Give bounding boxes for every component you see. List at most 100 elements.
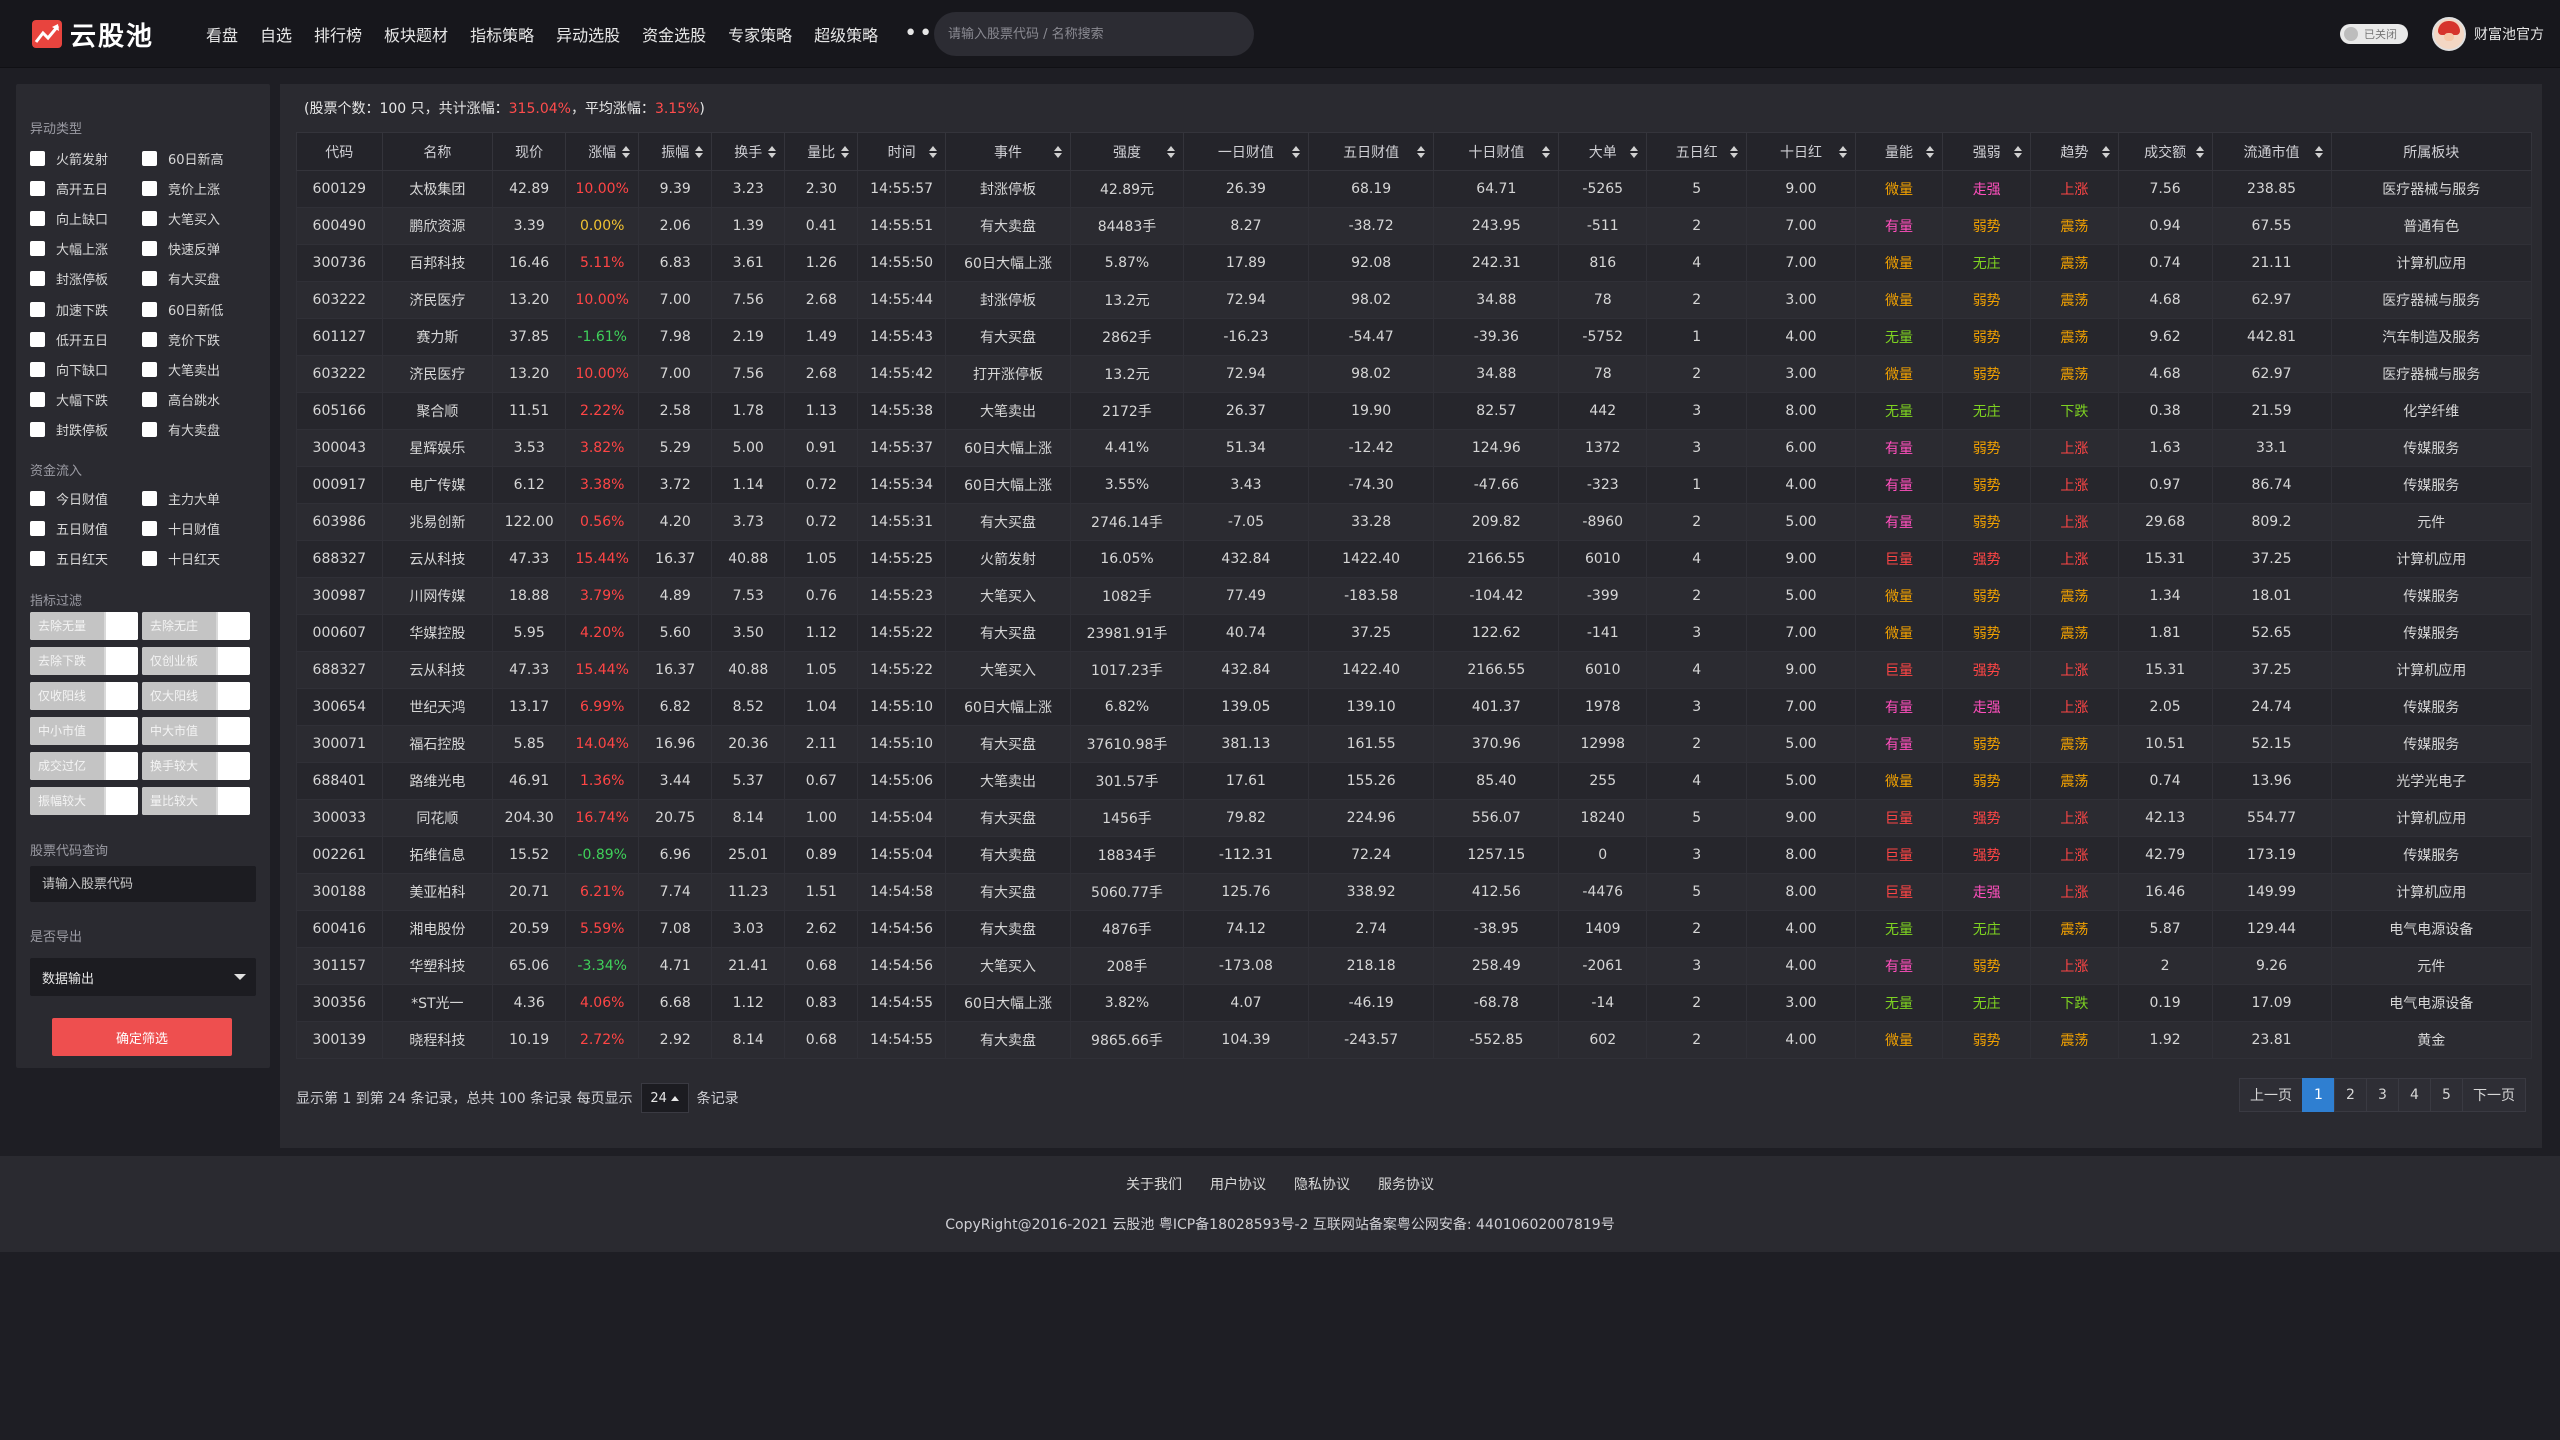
checkbox-abnormal_items-5-0[interactable]: 加速下跌 — [30, 299, 108, 319]
table-row[interactable]: 600129 太极集团 42.89 10.00% 9.39 3.23 2.30 14:55:5… — [296, 170, 2532, 208]
checkbox-box[interactable] — [30, 422, 45, 438]
stock-search-input[interactable] — [934, 12, 1254, 56]
sort-icon[interactable] — [1542, 146, 1551, 158]
filter-toggle-2-1[interactable]: 仅大阳线 — [142, 682, 250, 710]
sort-icon[interactable] — [1417, 146, 1426, 158]
checkbox-abnormal_items-8-0[interactable]: 大幅下跌 — [30, 390, 108, 410]
checkbox-abnormal_items-9-0[interactable]: 封跌停板 — [30, 420, 108, 440]
checkbox-abnormal_items-2-0[interactable]: 向上缺口 — [30, 208, 108, 228]
column-header-13[interactable]: 大单 — [1558, 132, 1648, 171]
sort-icon[interactable] — [841, 146, 850, 158]
table-row[interactable]: 301157 华塑科技 65.06 -3.34% 4.71 21.41 0.68 14:54:… — [296, 947, 2532, 985]
checkbox-box[interactable] — [142, 241, 157, 257]
checkbox-capital_items-0-0[interactable]: 今日财值 — [30, 488, 108, 508]
column-header-4[interactable]: 振幅 — [638, 132, 713, 171]
page-button-2[interactable]: 2 — [2334, 1078, 2367, 1112]
checkbox-box[interactable] — [30, 550, 45, 566]
sort-icon[interactable] — [2014, 146, 2023, 158]
checkbox-box[interactable] — [30, 271, 45, 287]
footer-link-0[interactable]: 关于我们 — [1126, 1174, 1182, 1194]
checkbox-capital_items-1-0[interactable]: 五日财值 — [30, 518, 108, 538]
column-header-8[interactable]: 事件 — [944, 132, 1072, 171]
footer-link-1[interactable]: 用户协议 — [1210, 1174, 1266, 1194]
table-row[interactable]: 002261 拓维信息 15.52 -0.89% 6.96 25.01 0.89 14:55:… — [296, 836, 2532, 874]
checkbox-box[interactable] — [30, 241, 45, 257]
checkbox-capital_items-2-1[interactable]: 十日红天 — [142, 548, 220, 568]
nav-item-5[interactable]: 异动选股 — [556, 22, 620, 46]
checkbox-box[interactable] — [142, 361, 157, 377]
checkbox-abnormal_items-8-1[interactable]: 高台跳水 — [142, 390, 220, 410]
nav-item-0[interactable]: 看盘 — [206, 22, 238, 46]
checkbox-box[interactable] — [30, 301, 45, 317]
table-row[interactable]: 688327 云从科技 47.33 15.44% 16.37 40.88 1.05 14:55… — [296, 540, 2532, 578]
table-row[interactable]: 300736 百邦科技 16.46 5.11% 6.83 3.61 1.26 14:55:50… — [296, 244, 2532, 282]
checkbox-abnormal_items-6-1[interactable]: 竞价下跌 — [142, 329, 220, 349]
column-header-16[interactable]: 量能 — [1854, 132, 1944, 171]
column-header-10[interactable]: 一日财值 — [1182, 132, 1310, 171]
column-header-5[interactable]: 换手 — [711, 132, 786, 171]
table-row[interactable]: 603222 济民医疗 13.20 10.00% 7.00 7.56 2.68 14:55:4… — [296, 355, 2532, 393]
next-page-button[interactable]: 下一页 — [2462, 1078, 2526, 1112]
export-select[interactable]: 数据输出 — [30, 958, 256, 996]
table-row[interactable]: 300033 同花顺 204.30 16.74% 20.75 8.14 1.00 14:55:… — [296, 799, 2532, 837]
checkbox-capital_items-2-0[interactable]: 五日红天 — [30, 548, 108, 568]
filter-toggle-4-1[interactable]: 换手较大 — [142, 752, 250, 780]
nav-item-3[interactable]: 板块题材 — [384, 22, 448, 46]
filter-toggle-switch[interactable] — [106, 717, 138, 745]
checkbox-box[interactable] — [142, 301, 157, 317]
checkbox-abnormal_items-2-1[interactable]: 大笔买入 — [142, 208, 220, 228]
sort-icon[interactable] — [1730, 146, 1739, 158]
table-row[interactable]: 000607 华媒控股 5.95 4.20% 5.60 3.50 1.12 14:55:22 有… — [296, 614, 2532, 652]
table-row[interactable]: 300987 川网传媒 18.88 3.79% 4.89 7.53 0.76 14:55:23… — [296, 577, 2532, 615]
sort-icon[interactable] — [2195, 146, 2204, 158]
table-row[interactable]: 605166 聚合顺 11.51 2.22% 2.58 1.78 1.13 14:55:38 大… — [296, 392, 2532, 430]
nav-item-1[interactable]: 自选 — [260, 22, 292, 46]
checkbox-abnormal_items-4-1[interactable]: 有大买盘 — [142, 269, 220, 289]
column-header-18[interactable]: 趋势 — [2030, 132, 2119, 171]
sort-icon[interactable] — [1630, 146, 1639, 158]
checkbox-capital_items-0-1[interactable]: 主力大单 — [142, 488, 220, 508]
checkbox-abnormal_items-0-1[interactable]: 60日新高 — [142, 148, 224, 168]
stock-code-input[interactable] — [30, 866, 256, 902]
filter-toggle-switch[interactable] — [218, 717, 250, 745]
checkbox-box[interactable] — [142, 422, 157, 438]
footer-link-3[interactable]: 服务协议 — [1378, 1174, 1434, 1194]
checkbox-abnormal_items-6-0[interactable]: 低开五日 — [30, 329, 108, 349]
filter-toggle-switch[interactable] — [218, 612, 250, 640]
checkbox-abnormal_items-4-0[interactable]: 封涨停板 — [30, 269, 108, 289]
table-row[interactable]: 300139 晓程科技 10.19 2.72% 2.92 8.14 0.68 14:54:55… — [296, 1021, 2532, 1059]
checkbox-box[interactable] — [142, 150, 157, 166]
filter-toggle-switch[interactable] — [106, 647, 138, 675]
page-button-3[interactable]: 3 — [2366, 1078, 2399, 1112]
table-row[interactable]: 600416 湘电股份 20.59 5.59% 7.08 3.03 2.62 14:54:56… — [296, 910, 2532, 948]
filter-toggle-3-1[interactable]: 中大市值 — [142, 717, 250, 745]
table-row[interactable]: 603222 济民医疗 13.20 10.00% 7.00 7.56 2.68 14:55:4… — [296, 281, 2532, 319]
page-button-4[interactable]: 4 — [2398, 1078, 2431, 1112]
column-header-17[interactable]: 强弱 — [1942, 132, 2032, 171]
filter-toggle-switch[interactable] — [106, 682, 138, 710]
table-row[interactable]: 000917 电广传媒 6.12 3.38% 3.72 1.14 0.72 14:55:34 6… — [296, 466, 2532, 504]
filter-toggle-0-0[interactable]: 去除无量 — [30, 612, 138, 640]
checkbox-box[interactable] — [142, 392, 157, 408]
filter-toggle-switch[interactable] — [106, 787, 138, 815]
checkbox-abnormal_items-0-0[interactable]: 火箭发射 — [30, 148, 108, 168]
filter-toggle-1-1[interactable]: 仅创业板 — [142, 647, 250, 675]
column-header-6[interactable]: 量比 — [784, 132, 859, 171]
filter-toggle-5-0[interactable]: 振幅较大 — [30, 787, 138, 815]
sort-icon[interactable] — [622, 146, 631, 158]
sort-icon[interactable] — [695, 146, 704, 158]
checkbox-box[interactable] — [30, 150, 45, 166]
table-row[interactable]: 688327 云从科技 47.33 15.44% 16.37 40.88 1.05 14:55… — [296, 651, 2532, 689]
filter-toggle-switch[interactable] — [218, 647, 250, 675]
checkbox-abnormal_items-5-1[interactable]: 60日新低 — [142, 299, 224, 319]
filter-toggle-switch[interactable] — [218, 787, 250, 815]
filter-toggle-switch[interactable] — [106, 752, 138, 780]
page-size-select[interactable]: 24 — [640, 1083, 689, 1113]
checkbox-abnormal_items-3-0[interactable]: 大幅上涨 — [30, 239, 108, 259]
confirm-filter-button[interactable]: 确定筛选 — [52, 1018, 232, 1056]
filter-toggle-switch[interactable] — [106, 612, 138, 640]
sort-icon[interactable] — [2314, 146, 2323, 158]
table-row[interactable]: 300043 星辉娱乐 3.53 3.82% 5.29 5.00 0.91 14:55:37 6… — [296, 429, 2532, 467]
checkbox-box[interactable] — [142, 520, 157, 536]
checkbox-box[interactable] — [30, 520, 45, 536]
